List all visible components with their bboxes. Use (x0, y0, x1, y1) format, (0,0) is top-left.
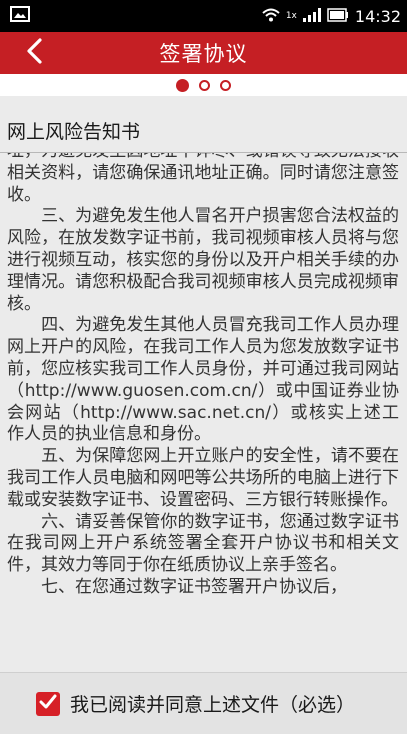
agree-label: 我已阅读并同意上述文件（必选） (70, 694, 356, 716)
notification-image-icon (10, 6, 30, 26)
page-dot-2[interactable] (199, 79, 210, 91)
agreement-paragraph: 三、为避免发生他人冒名开户损害您合法权益的风险，在放发数字证书前，我司视频审核人… (7, 206, 399, 314)
back-button[interactable] (16, 32, 52, 74)
agree-row[interactable]: 我已阅读并同意上述文件（必选） (0, 672, 407, 734)
battery-icon (327, 7, 349, 26)
agreement-paragraph: 六、请妥善保管你的数字证书，您通过数字证书在我司网上开户系统签署全套开户协议书和… (7, 511, 399, 576)
page-dot-3[interactable] (220, 79, 231, 91)
status-bar: 1x 14:32 (0, 0, 407, 32)
status-time: 14:32 (354, 6, 401, 26)
title-bar: 签署协议 (0, 32, 407, 74)
agreement-paragraph: 址，为避免发生因地址不详尽、或错误导致无法接收相关资料，请您确保通讯地址正确。同… (7, 153, 399, 205)
agreement-paragraph: 四、为避免发生其他人员冒充我司工作人员办理网上开户的风险，在我司工作人员为您发放… (7, 315, 399, 445)
page-indicator (0, 74, 407, 96)
page-dot-1[interactable] (176, 78, 189, 92)
document-title: 网上风险告知书 (7, 120, 141, 143)
agreement-paragraph: 五、为保障您网上开立账户的安全性，请不要在我司工作人员电脑和网吧等公共场所的电脑… (7, 446, 399, 510)
agree-checkbox[interactable] (36, 691, 60, 716)
network-type: 1x (285, 11, 297, 21)
checkmark-icon (39, 694, 57, 714)
signal-icon (302, 7, 321, 26)
wifi-icon (262, 7, 280, 26)
chevron-left-icon (25, 38, 43, 68)
page-title: 签署协议 (159, 42, 248, 66)
agreement-paragraph: 七、在您通过数字证书签署开户协议后， (7, 576, 347, 597)
agreement-text-scroll[interactable]: 址，为避免发生因地址不详尽、或错误导致无法接收相关资料，请您确保通讯地址正确。同… (0, 153, 407, 672)
